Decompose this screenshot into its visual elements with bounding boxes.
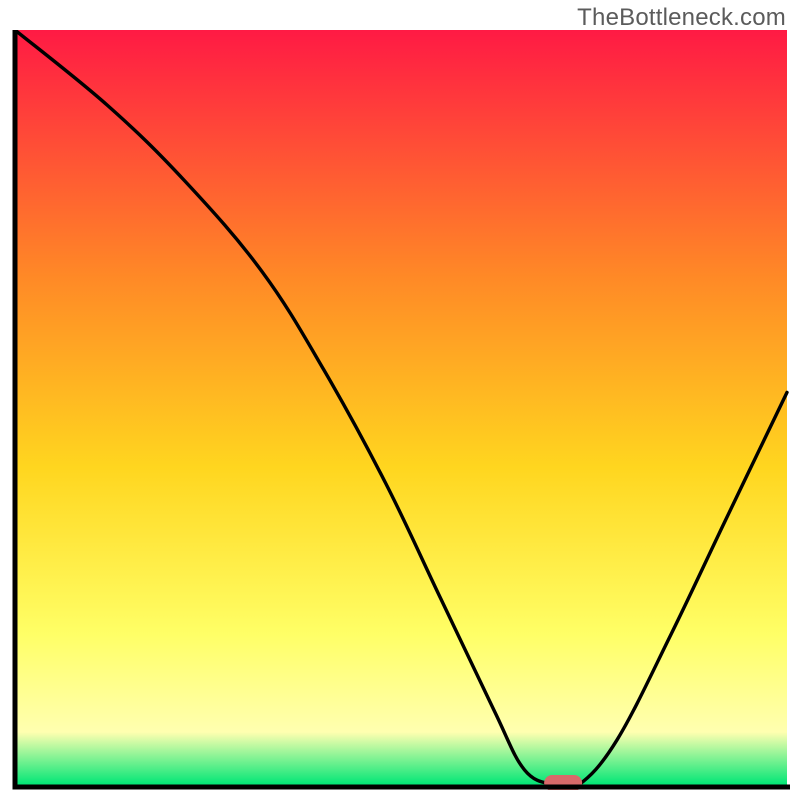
chart-svg	[12, 30, 790, 790]
chart-stage: TheBottleneck.com	[0, 0, 800, 800]
gradient-background	[15, 30, 787, 785]
bottleneck-chart	[12, 30, 790, 790]
watermark-text: TheBottleneck.com	[577, 4, 786, 32]
